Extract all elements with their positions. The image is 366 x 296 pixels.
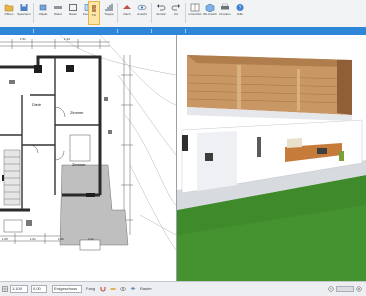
- object-icon: [39, 4, 47, 11]
- room-icon: [69, 4, 77, 11]
- layers-icon[interactable]: [130, 286, 136, 292]
- svg-text:?: ?: [239, 5, 242, 11]
- dimension-label: 1,01: [88, 237, 94, 241]
- door-icon: [92, 5, 96, 12]
- redo-icon: [171, 4, 180, 11]
- dimension-label: 1,44: [64, 37, 70, 41]
- room-label-zimmer-1: Zimmer: [70, 110, 84, 115]
- stairs-button[interactable]: Treppe: [102, 1, 116, 25]
- help-button[interactable]: ? Hilfe: [233, 1, 247, 25]
- object-button[interactable]: Objekt: [36, 1, 50, 25]
- room-button[interactable]: Raum: [66, 1, 80, 25]
- eye-icon[interactable]: [120, 286, 126, 292]
- group-divider: [151, 29, 152, 33]
- 3d-house-render: [177, 55, 366, 281]
- room-label-zimmer-2: Zimmer: [72, 162, 86, 167]
- floor-plan-view[interactable]: Diele Zimmer Zimmer 1,05 1,01 1,00 1,01 …: [0, 35, 177, 281]
- zoom-out-icon[interactable]: [328, 286, 334, 292]
- wall-button[interactable]: Wand: [51, 1, 65, 25]
- ribbon-separator: [117, 3, 118, 23]
- 3d-view[interactable]: [177, 35, 366, 281]
- wall-icon: [54, 6, 62, 9]
- view-icon: [137, 4, 147, 11]
- status-bar: 1:100 0,00 Erdgeschoss Fang Raster: [0, 281, 366, 296]
- dimension-label: 1,00: [58, 237, 64, 241]
- roof-button[interactable]: Dach: [120, 1, 134, 25]
- floor-plan-drawing: [0, 35, 176, 251]
- magnet-icon[interactable]: [100, 286, 106, 292]
- undo-icon: [157, 4, 166, 11]
- ribbon-label: Wand: [54, 13, 62, 16]
- door-button[interactable]: Tür: [88, 1, 100, 25]
- ribbon-separator: [33, 3, 34, 23]
- help-icon: ?: [236, 4, 244, 11]
- open-button[interactable]: Öffnen: [2, 1, 16, 25]
- dimension-label: 1,05: [2, 237, 8, 241]
- group-divider: [185, 29, 186, 33]
- print-button[interactable]: Drucken: [218, 1, 232, 25]
- ribbon-label: Ansicht: [137, 13, 147, 16]
- ribbon-label: Dach: [123, 13, 131, 16]
- zoom-in-icon[interactable]: [356, 286, 362, 292]
- redo-button[interactable]: Vor: [169, 1, 183, 25]
- ribbon-label: Vor: [173, 13, 179, 16]
- cube-icon: [205, 3, 215, 12]
- group-divider: [117, 29, 118, 33]
- ribbon-label: Speichern: [17, 13, 31, 16]
- stairs-icon: [105, 3, 113, 11]
- dimension-label: 1,01: [30, 237, 36, 241]
- ribbon-label: Tür: [91, 14, 97, 17]
- ribbon-label: Drucken: [219, 13, 231, 16]
- dimension-label: 1,51: [20, 37, 26, 41]
- ribbon-label: Treppe: [104, 13, 114, 16]
- ribbon-separator: [151, 3, 152, 23]
- ribbon-label: Zurück: [156, 13, 166, 16]
- zoom-slider[interactable]: [336, 286, 354, 292]
- 3d-view-button[interactable]: 3D-Ansicht: [203, 1, 217, 25]
- layer-select[interactable]: Erdgeschoss: [52, 285, 82, 293]
- zoom-field[interactable]: 1:100: [10, 285, 28, 293]
- grid-label[interactable]: Raster: [140, 286, 152, 291]
- ribbon-label: Hilfe: [236, 13, 243, 16]
- ribbon-label: 3D-Ansicht: [203, 13, 217, 16]
- ribbon-label: Öffnen: [4, 13, 14, 16]
- save-icon: [20, 4, 28, 11]
- coordinate-field[interactable]: 0,00: [31, 285, 47, 293]
- print-icon: [221, 3, 229, 10]
- group-divider: [33, 29, 34, 33]
- roof-icon: [123, 5, 131, 9]
- ribbon-label: Grundriss: [188, 13, 202, 16]
- save-button[interactable]: Speichern: [17, 1, 31, 25]
- floorplan-icon: [190, 3, 200, 12]
- view-button[interactable]: Ansicht: [135, 1, 149, 25]
- app-window: Öffnen Speichern Objekt Wand Raum Fenste…: [0, 0, 366, 296]
- ruler-icon[interactable]: [110, 286, 116, 292]
- ribbon-separator: [185, 3, 186, 23]
- room-label-diele: Diele: [32, 102, 42, 107]
- ribbon-toolbar: Öffnen Speichern Objekt Wand Raum Fenste…: [0, 0, 366, 28]
- grid-icon: [2, 286, 8, 292]
- ribbon-label: Objekt: [38, 13, 48, 16]
- floorplan-button[interactable]: Grundriss: [188, 1, 202, 25]
- undo-button[interactable]: Zurück: [154, 1, 168, 25]
- ribbon-label: Raum: [68, 13, 77, 16]
- folder-icon: [4, 4, 14, 12]
- snap-label[interactable]: Fang: [86, 286, 95, 291]
- ribbon-group-bar: [0, 27, 366, 35]
